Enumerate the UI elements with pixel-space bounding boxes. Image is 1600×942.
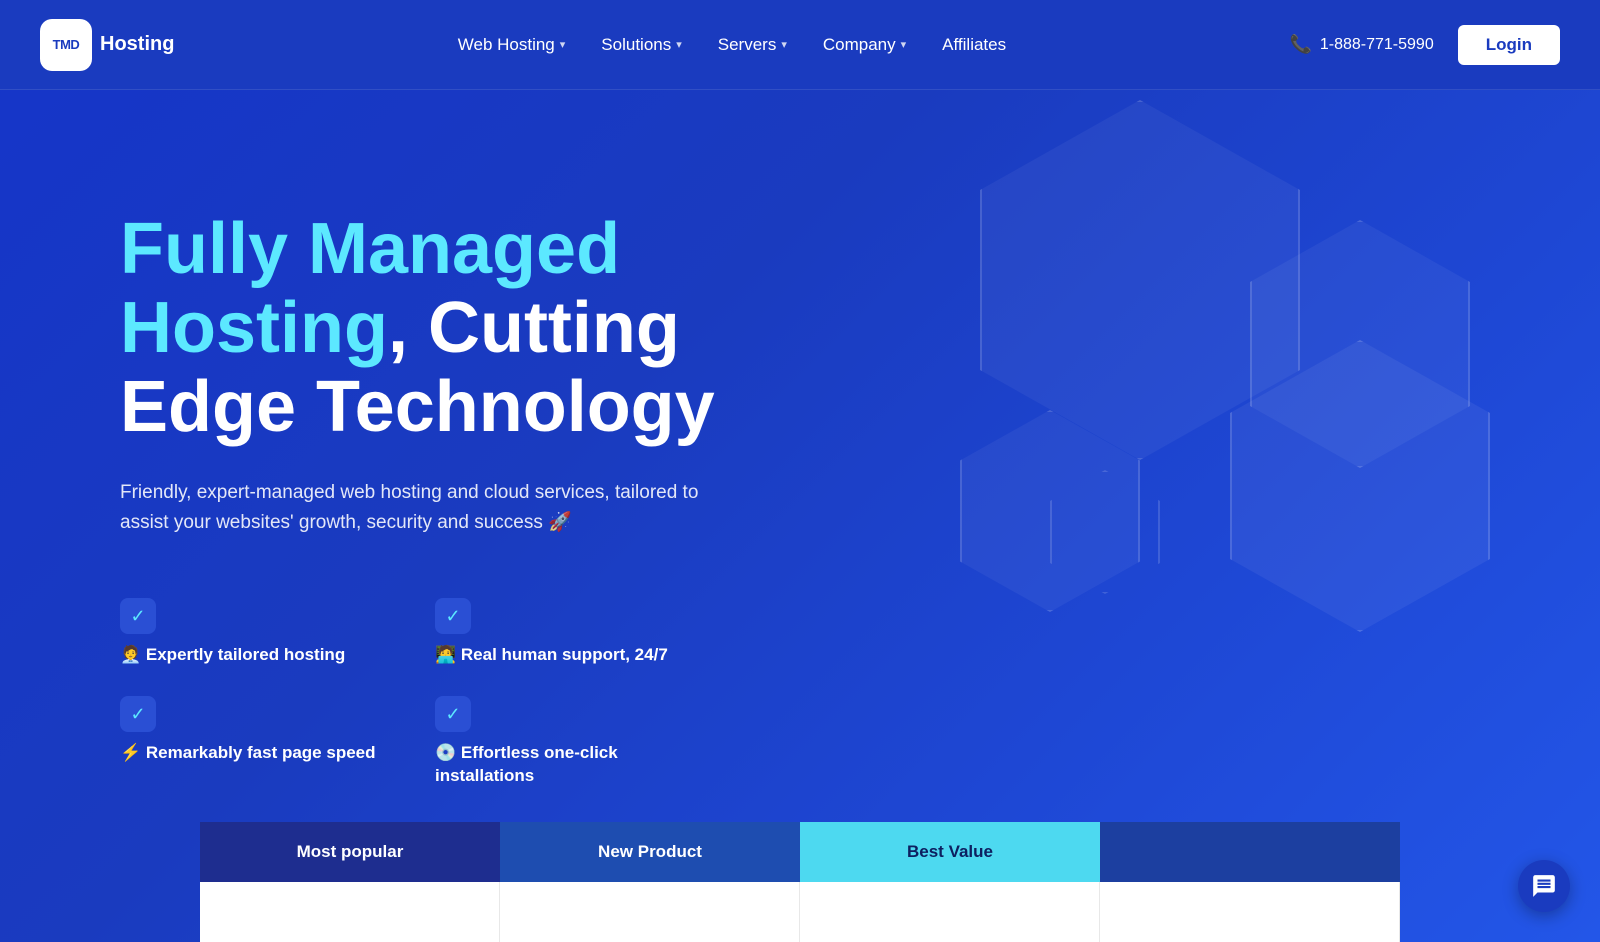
card-placeholder-4 bbox=[1100, 882, 1400, 942]
tab-most-popular[interactable]: Most popular bbox=[200, 822, 500, 882]
logo-badge: TMD bbox=[40, 19, 92, 71]
check-icon: ✓ bbox=[120, 696, 156, 732]
tab-new-product[interactable]: New Product bbox=[500, 822, 800, 882]
nav-affiliates[interactable]: Affiliates bbox=[942, 35, 1006, 55]
hero-content: Fully Managed Hosting, Cutting Edge Tech… bbox=[120, 170, 800, 787]
feature-item: ✓ 🧑‍💼 Expertly tailored hosting bbox=[120, 598, 405, 666]
card-placeholder-3 bbox=[800, 882, 1100, 942]
nav-company[interactable]: Company ▾ bbox=[823, 35, 906, 55]
header-right: 📞 1-888-771-5990 Login bbox=[1289, 25, 1560, 65]
tab-fourth[interactable] bbox=[1100, 822, 1400, 882]
tabs-bar: Most popular New Product Best Value bbox=[200, 822, 1400, 882]
check-icon: ✓ bbox=[120, 598, 156, 634]
header: TMD Hosting Web Hosting ▾ Solutions ▾ Se… bbox=[0, 0, 1600, 90]
chat-button[interactable] bbox=[1518, 860, 1570, 912]
check-icon: ✓ bbox=[435, 598, 471, 634]
login-button[interactable]: Login bbox=[1458, 25, 1560, 65]
main-nav: Web Hosting ▾ Solutions ▾ Servers ▾ Comp… bbox=[458, 35, 1006, 55]
features-grid: ✓ 🧑‍💼 Expertly tailored hosting ✓ 🧑‍💻 Re… bbox=[120, 598, 720, 786]
phone-icon: 📞 bbox=[1289, 34, 1311, 55]
tabs-section: Most popular New Product Best Value bbox=[0, 822, 1600, 942]
tab-best-value[interactable]: Best Value bbox=[800, 822, 1100, 882]
feature-item: ✓ ⚡ Remarkably fast page speed bbox=[120, 696, 405, 786]
card-placeholder-1 bbox=[200, 882, 500, 942]
check-icon: ✓ bbox=[435, 696, 471, 732]
chevron-down-icon: ▾ bbox=[560, 38, 566, 51]
hex-decoration bbox=[940, 100, 1600, 800]
chat-icon bbox=[1531, 873, 1557, 899]
hero-title: Fully Managed Hosting, Cutting Edge Tech… bbox=[120, 210, 800, 448]
chevron-down-icon: ▾ bbox=[781, 38, 787, 51]
cards-row bbox=[200, 882, 1400, 942]
hero-subtitle: Friendly, expert-managed web hosting and… bbox=[120, 478, 700, 539]
nav-solutions[interactable]: Solutions ▾ bbox=[601, 35, 681, 55]
feature-item: ✓ 💿 Effortless one-click installations bbox=[435, 696, 720, 786]
phone-number[interactable]: 📞 1-888-771-5990 bbox=[1289, 34, 1433, 55]
nav-servers[interactable]: Servers ▾ bbox=[718, 35, 787, 55]
nav-web-hosting[interactable]: Web Hosting ▾ bbox=[458, 35, 566, 55]
chevron-down-icon: ▾ bbox=[676, 38, 682, 51]
logo[interactable]: TMD Hosting bbox=[40, 19, 174, 71]
logo-text: Hosting bbox=[100, 33, 174, 56]
hero-section: Fully Managed Hosting, Cutting Edge Tech… bbox=[0, 0, 1600, 942]
chevron-down-icon: ▾ bbox=[901, 38, 907, 51]
card-placeholder-2 bbox=[500, 882, 800, 942]
feature-item: ✓ 🧑‍💻 Real human support, 24/7 bbox=[435, 598, 720, 666]
